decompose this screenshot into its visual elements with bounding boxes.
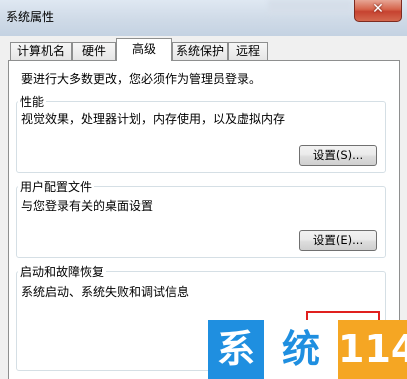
tab-label: 硬件 — [81, 44, 106, 58]
watermark-char-2: 统 — [264, 320, 338, 379]
startup-recovery-group-title: 启动和故障恢复 — [18, 263, 107, 280]
startup-recovery-description: 系统启动、系统失败和调试信息 — [21, 285, 190, 299]
user-profiles-description: 与您登录有关的桌面设置 — [21, 199, 154, 213]
performance-settings-button[interactable]: 设置(S)... — [299, 145, 377, 166]
tab-hardware[interactable]: 硬件 — [72, 42, 116, 60]
close-button[interactable]: ✕ — [354, 0, 402, 22]
tab-computer-name[interactable]: 计算机名 — [10, 42, 72, 60]
tab-label: 远程 — [235, 44, 260, 58]
title-bar[interactable]: 系统属性 ✕ — [0, 0, 407, 36]
performance-settings-label: 设置(S)... — [312, 148, 364, 162]
watermark-number: 114 — [338, 320, 407, 379]
watermark-char-1: 系 — [208, 320, 264, 379]
tab-remote[interactable]: 远程 — [228, 42, 268, 60]
site-watermark-logo: 系 统 114 — [208, 320, 407, 379]
tab-label: 系统保护 — [175, 44, 224, 58]
title-bar-blurred-region — [268, 0, 352, 14]
user-profiles-settings-label: 设置(E)... — [312, 233, 364, 247]
tab-label: 计算机名 — [16, 44, 65, 58]
performance-description: 视觉效果，处理器计划，内存使用，以及虚拟内存 — [21, 112, 286, 126]
tab-system-protection[interactable]: 系统保护 — [172, 42, 228, 60]
system-properties-window: 系统属性 ✕ 计算机名 硬件 高级 系统保护 远程 要进行大多数更改，您必须作为… — [0, 0, 407, 379]
tab-label: 高级 — [131, 42, 156, 56]
window-title: 系统属性 — [6, 10, 55, 24]
user-profiles-group-title: 用户配置文件 — [18, 178, 95, 195]
performance-group-title: 性能 — [18, 93, 47, 110]
close-icon: ✕ — [372, 1, 384, 17]
user-profiles-settings-button[interactable]: 设置(E)... — [299, 230, 377, 251]
admin-notice: 要进行大多数更改，您必须作为管理员登录。 — [21, 72, 262, 86]
tab-advanced[interactable]: 高级 — [116, 38, 172, 61]
